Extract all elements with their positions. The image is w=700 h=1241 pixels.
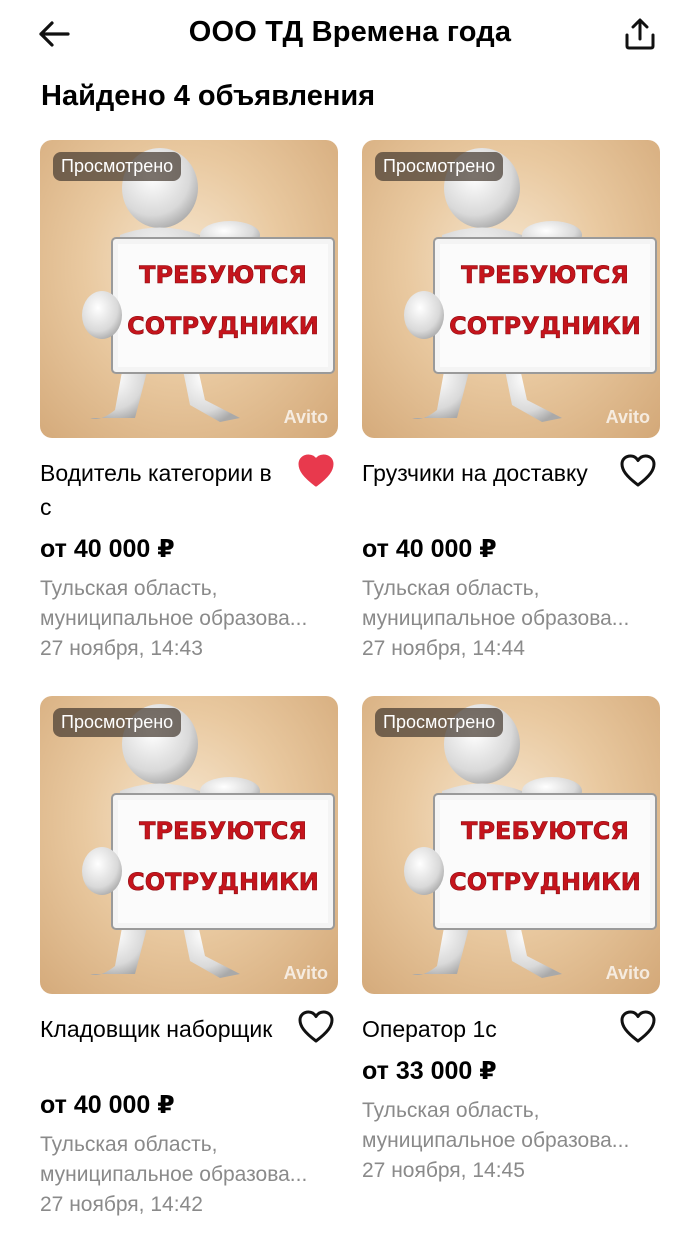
arrow-left-icon <box>39 21 70 47</box>
figure-holding-sign-illustration: ТРЕБУЮТСЯ СОТРУДНИКИ <box>404 148 657 422</box>
avito-watermark: Avito <box>283 407 328 427</box>
share-button[interactable] <box>616 12 664 56</box>
back-button[interactable] <box>30 14 78 54</box>
listing-date: 27 ноября, 14:43 <box>40 637 203 660</box>
listing-date: 27 ноября, 14:42 <box>40 1193 203 1216</box>
listing-image[interactable]: ТРЕБУЮТСЯ СОТРУДНИКИ Просмотрено Avito <box>40 140 338 438</box>
favorite-button[interactable] <box>620 1010 656 1044</box>
listing-title[interactable]: Кладовщик наборщик <box>40 1012 280 1046</box>
listing-card-1[interactable]: ТРЕБУЮТСЯ СОТРУДНИКИ Просмотрено Avito В… <box>40 140 338 660</box>
listing-location-line-1: Тульская область, <box>362 577 540 600</box>
listing-location-line-1: Тульская область, <box>40 577 218 600</box>
listing-date: 27 ноября, 14:44 <box>362 637 525 660</box>
favorite-button[interactable] <box>620 454 656 488</box>
sign-text-line-2: СОТРУДНИКИ <box>127 312 319 340</box>
avito-watermark: Avito <box>605 407 650 427</box>
sign-text-line-1: ТРЕБУЮТСЯ <box>139 261 307 289</box>
avito-watermark: Avito <box>283 963 328 983</box>
viewed-badge: Просмотрено <box>53 708 182 737</box>
heart-icon <box>298 1010 334 1043</box>
sign-text-line-1: ТРЕБУЮТСЯ <box>461 817 629 845</box>
listing-price: от 40 000 ₽ <box>40 535 175 563</box>
listing-title[interactable]: Водитель категории в с <box>40 456 280 524</box>
results-count: Найдено 4 объявления <box>41 80 376 112</box>
viewed-badge: Просмотрено <box>375 152 504 181</box>
listing-image[interactable]: ТРЕБУЮТСЯ СОТРУДНИКИ Просмотрено Avito <box>40 696 338 994</box>
listing-title[interactable]: Оператор 1с <box>362 1012 602 1046</box>
listing-card-3[interactable]: ТРЕБУЮТСЯ СОТРУДНИКИ Просмотрено Avito К… <box>40 696 338 1216</box>
listing-price: от 40 000 ₽ <box>362 535 497 563</box>
avito-watermark: Avito <box>605 963 650 983</box>
listing-image[interactable]: ТРЕБУЮТСЯ СОТРУДНИКИ Просмотрено Avito <box>362 696 660 994</box>
listing-location-line-2: муниципальное образова... <box>40 607 308 630</box>
favorite-button[interactable] <box>298 1010 334 1044</box>
listing-location-line-2: муниципальное образова... <box>40 1163 308 1186</box>
listing-date: 27 ноября, 14:45 <box>362 1159 525 1182</box>
heart-icon <box>298 454 334 487</box>
figure-holding-sign-illustration: ТРЕБУЮТСЯ СОТРУДНИКИ <box>82 148 335 422</box>
sign-text-line-1: ТРЕБУЮТСЯ <box>139 817 307 845</box>
listing-card-2[interactable]: ТРЕБУЮТСЯ СОТРУДНИКИ Просмотрено Avito Г… <box>362 140 660 660</box>
page-title: ООО ТД Времена года <box>188 16 512 48</box>
viewed-badge: Просмотрено <box>53 152 182 181</box>
listing-location-line-2: муниципальное образова... <box>362 1129 630 1152</box>
listing-location-line-1: Тульская область, <box>40 1133 218 1156</box>
listing-title[interactable]: Грузчики на доставку <box>362 456 602 490</box>
sign-text-line-2: СОТРУДНИКИ <box>449 868 641 896</box>
listing-price: от 40 000 ₽ <box>40 1091 175 1119</box>
listing-location-line-2: муниципальное образова... <box>362 607 630 630</box>
heart-icon <box>620 454 656 487</box>
sign-text-line-2: СОТРУДНИКИ <box>127 868 319 896</box>
share-upload-icon <box>625 18 655 50</box>
top-bar: ООО ТД Времена года <box>0 0 700 70</box>
favorite-button[interactable] <box>298 454 334 488</box>
listing-card-4[interactable]: ТРЕБУЮТСЯ СОТРУДНИКИ Просмотрено Avito О… <box>362 696 660 1182</box>
listing-price: от 33 000 ₽ <box>362 1057 497 1085</box>
viewed-badge: Просмотрено <box>375 708 504 737</box>
sign-text-line-1: ТРЕБУЮТСЯ <box>461 261 629 289</box>
listing-location-line-1: Тульская область, <box>362 1099 540 1122</box>
listing-image[interactable]: ТРЕБУЮТСЯ СОТРУДНИКИ Просмотрено Avito <box>362 140 660 438</box>
figure-holding-sign-illustration: ТРЕБУЮТСЯ СОТРУДНИКИ <box>404 704 657 978</box>
sign-text-line-2: СОТРУДНИКИ <box>449 312 641 340</box>
figure-holding-sign-illustration: ТРЕБУЮТСЯ СОТРУДНИКИ <box>82 704 335 978</box>
heart-icon <box>620 1010 656 1043</box>
